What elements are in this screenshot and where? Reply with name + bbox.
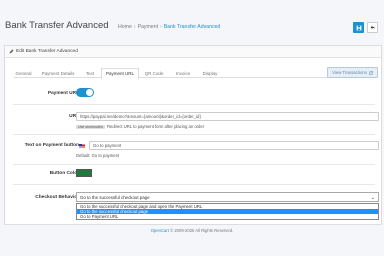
page-header: Bank Transfer Advanced Home › Payment › Bank… [0, 0, 384, 40]
external-link-icon [369, 70, 373, 75]
url-input[interactable]: https://paypal.me/demo?amount={amount}&o… [76, 112, 379, 121]
tab-payment-url[interactable]: Payment URL [101, 68, 139, 79]
tab-bar: General Payment Details Text Payment URL… [14, 68, 374, 79]
shortcodes-tag[interactable]: Use shortcodes [76, 125, 105, 129]
tab-text[interactable]: Text [82, 68, 98, 78]
breadcrumb-separator: › [133, 24, 136, 30]
tab-display[interactable]: Display [198, 68, 222, 78]
payment-url-toggle[interactable] [76, 88, 94, 97]
breadcrumb-separator: › [160, 24, 162, 30]
us-flag-icon [79, 144, 85, 148]
footer-brand-link[interactable]: OpenCart [151, 228, 169, 233]
checkout-behavior-value: Go to the successful checkout page [80, 194, 150, 200]
edit-card: Edit Bank Transfer Advanced General Paym… [4, 45, 382, 225]
chevron-down-icon: ⌄ [370, 195, 375, 201]
back-arrow-icon [370, 25, 375, 29]
divider [13, 104, 375, 105]
checkout-behavior-dropdown: Go to the successful checkout page and o… [76, 203, 379, 220]
divider [13, 164, 375, 165]
save-icon [356, 25, 361, 30]
toggle-knob [86, 89, 93, 96]
dropdown-option[interactable]: Go to Payment URL [77, 214, 378, 219]
tab-invoice[interactable]: Invoice [170, 68, 196, 78]
back-button[interactable] [367, 22, 378, 33]
pencil-icon [9, 49, 14, 54]
divider [13, 134, 375, 135]
footer: OpenCart © 2009-2025 All Rights Reserved… [0, 228, 384, 233]
url-help-text: Redirect URL to payment form after placi… [106, 124, 205, 129]
view-transactions-label: View Transactions [332, 70, 367, 75]
page-title: Bank Transfer Advanced [5, 20, 109, 31]
tab-qr-code[interactable]: QR Code [142, 68, 166, 78]
divider [13, 184, 375, 185]
checkout-behavior-label: Checkout Behavior [35, 195, 79, 200]
breadcrumb-payment[interactable]: Payment [138, 24, 158, 30]
button-color-label: Button Color [49, 171, 79, 176]
payment-url-label: Payment URL [47, 91, 79, 96]
save-button[interactable] [353, 22, 364, 33]
card-heading: Edit Bank Transfer Advanced [16, 49, 78, 54]
button-text-label: Text on Payment button [24, 143, 79, 148]
tab-payment-details[interactable]: Payment Details [38, 68, 78, 78]
button-text-input[interactable]: Go to payment [89, 141, 379, 150]
button-text-default: Default: Go to payment [76, 153, 120, 158]
breadcrumb-home[interactable]: Home [118, 24, 132, 30]
breadcrumb-current[interactable]: Bank Transfer Advanced [164, 24, 221, 30]
footer-text: © 2009-2025 All Rights Reserved. [170, 228, 234, 233]
checkout-behavior-select[interactable]: Go to the successful checkout page ⌄ [76, 192, 379, 202]
tab-general[interactable]: General [14, 68, 33, 78]
view-transactions-button[interactable]: View Transactions [327, 67, 378, 78]
button-color-picker[interactable] [76, 169, 92, 177]
url-help: Use shortcodes Redirect URL to payment fo… [76, 124, 204, 129]
card-header: Edit Bank Transfer Advanced [5, 46, 381, 58]
breadcrumb: Home › Payment › Bank Transfer Advanced [118, 24, 220, 30]
